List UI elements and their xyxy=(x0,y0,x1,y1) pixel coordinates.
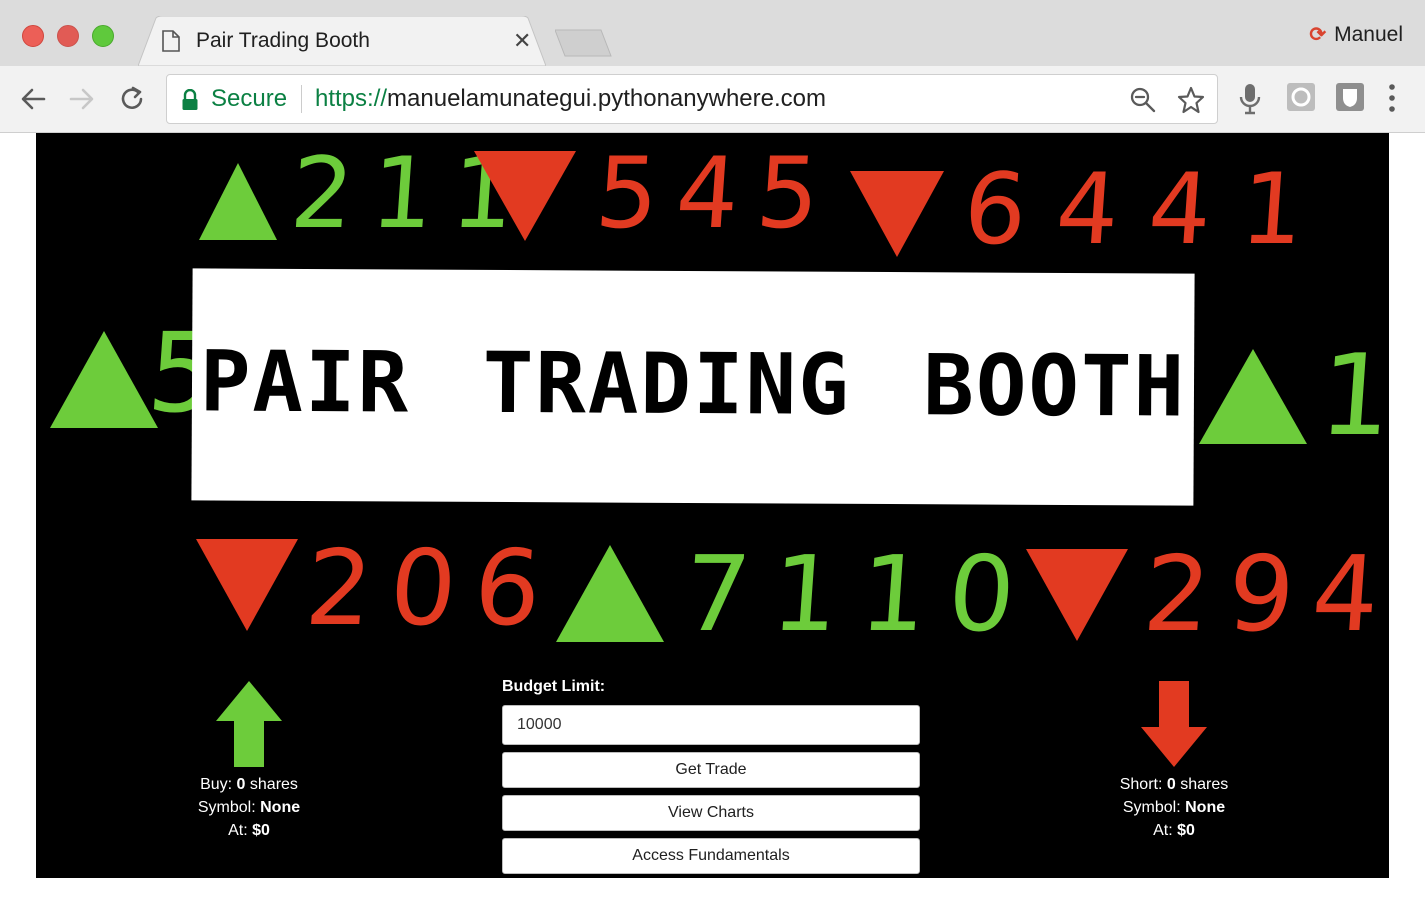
buy-symbol-value: None xyxy=(260,799,301,816)
url-scheme: https:// xyxy=(315,85,388,112)
ticker-value: 7110 xyxy=(679,533,1041,655)
ticker-up-triangle-icon xyxy=(50,331,158,428)
page-viewport: 211 545 6441 5 1 PAIR TRADING BOOTH 206 … xyxy=(36,133,1389,878)
short-shares-value: 0 xyxy=(1166,776,1176,793)
extension-c-icon[interactable] xyxy=(1286,82,1316,112)
title-board: PAIR TRADING BOOTH xyxy=(191,268,1195,506)
buy-shares-value: 0 xyxy=(236,776,246,793)
ticker-up-triangle-icon xyxy=(1199,349,1307,444)
budget-limit-input[interactable] xyxy=(502,705,920,745)
url-host: manuelamunategui.pythonanywhere.com xyxy=(387,85,826,112)
short-at-value: $0 xyxy=(1177,822,1195,839)
buy-action-label: Buy: xyxy=(200,776,233,793)
short-panel: Short: 0 shares Symbol: None At: $0 xyxy=(1064,681,1284,842)
bookmark-star-icon[interactable] xyxy=(1177,86,1205,114)
short-arrow-down-icon xyxy=(1141,681,1207,767)
minimize-window-button[interactable] xyxy=(57,25,79,47)
buy-at-label: At: xyxy=(228,822,248,839)
view-charts-button[interactable]: View Charts xyxy=(502,795,920,831)
ticker-value: 294 xyxy=(1139,533,1389,655)
short-symbol-label: Symbol: xyxy=(1122,799,1181,816)
security-label: Secure xyxy=(211,85,288,112)
access-fundamentals-button[interactable]: Access Fundamentals xyxy=(502,838,920,874)
close-window-button[interactable] xyxy=(22,25,44,47)
short-at-label: At: xyxy=(1153,822,1173,839)
security-separator xyxy=(301,85,302,113)
banner-image: 211 545 6441 5 1 PAIR TRADING BOOTH 206 … xyxy=(36,133,1389,663)
buy-shares-line: Buy: 0 shares xyxy=(139,773,359,796)
browser-tab-bar: Pair Trading Booth ✕ ⟳ Manuel xyxy=(0,0,1425,66)
budget-limit-label: Budget Limit: xyxy=(502,678,606,695)
zoom-icon[interactable] xyxy=(1129,86,1157,114)
ticker-up-triangle-icon xyxy=(199,163,277,240)
short-shares-unit: shares xyxy=(1180,776,1229,793)
short-price-line: At: $0 xyxy=(1064,819,1284,842)
buy-symbol-label: Symbol: xyxy=(197,799,256,816)
profile-sync-error-icon: ⟳ xyxy=(1309,24,1327,46)
browser-toolbar: Secure https://manuelamunategui.pythonan… xyxy=(0,66,1425,133)
ticker-value: 1 xyxy=(1315,331,1389,461)
microphone-icon[interactable] xyxy=(1237,82,1263,116)
buy-arrow-up-icon xyxy=(216,681,282,767)
ticker-value: 545 xyxy=(592,137,842,251)
buy-symbol-line: Symbol: None xyxy=(139,796,359,819)
page-icon xyxy=(162,30,180,52)
reload-icon[interactable] xyxy=(117,84,147,114)
back-icon[interactable] xyxy=(18,84,48,114)
buy-at-value: $0 xyxy=(252,822,270,839)
trade-form: Budget Limit: Get Trade View Charts Acce… xyxy=(502,678,922,878)
buy-price-line: At: $0 xyxy=(139,819,359,842)
short-symbol-line: Symbol: None xyxy=(1064,796,1284,819)
window-bottom-edge xyxy=(0,878,1425,905)
tab-close-icon[interactable]: ✕ xyxy=(513,28,531,54)
forward-icon[interactable] xyxy=(67,84,97,114)
extension-shield-icon[interactable] xyxy=(1335,82,1365,112)
short-symbol-value: None xyxy=(1185,799,1226,816)
new-tab-button[interactable] xyxy=(555,28,613,58)
profile-menu[interactable]: ⟳ Manuel xyxy=(1309,22,1403,47)
ticker-up-triangle-icon xyxy=(556,545,664,642)
ticker-value: 6441 xyxy=(960,153,1338,267)
buy-shares-unit: shares xyxy=(249,776,298,793)
short-action-label: Short: xyxy=(1119,776,1163,793)
ticker-down-triangle-icon xyxy=(1026,549,1128,641)
ticker-down-triangle-icon xyxy=(850,171,944,257)
url-text[interactable]: https://manuelamunategui.pythonanywhere.… xyxy=(315,85,826,113)
ticker-down-triangle-icon xyxy=(196,539,298,631)
address-bar[interactable]: Secure https://manuelamunategui.pythonan… xyxy=(166,74,1218,124)
ticker-value: 206 xyxy=(301,527,563,649)
ticker-down-triangle-icon xyxy=(474,151,576,241)
tab-title: Pair Trading Booth xyxy=(196,29,370,52)
lock-icon xyxy=(182,89,198,110)
page-title: PAIR TRADING BOOTH xyxy=(199,332,1187,436)
zoom-window-button[interactable] xyxy=(92,25,114,47)
browser-tab[interactable]: Pair Trading Booth ✕ xyxy=(138,16,546,66)
more-menu-icon[interactable] xyxy=(1385,82,1399,114)
buy-panel: Buy: 0 shares Symbol: None At: $0 xyxy=(139,681,359,842)
get-trade-button[interactable]: Get Trade xyxy=(502,752,920,788)
profile-name: Manuel xyxy=(1334,22,1403,46)
short-shares-line: Short: 0 shares xyxy=(1064,773,1284,796)
